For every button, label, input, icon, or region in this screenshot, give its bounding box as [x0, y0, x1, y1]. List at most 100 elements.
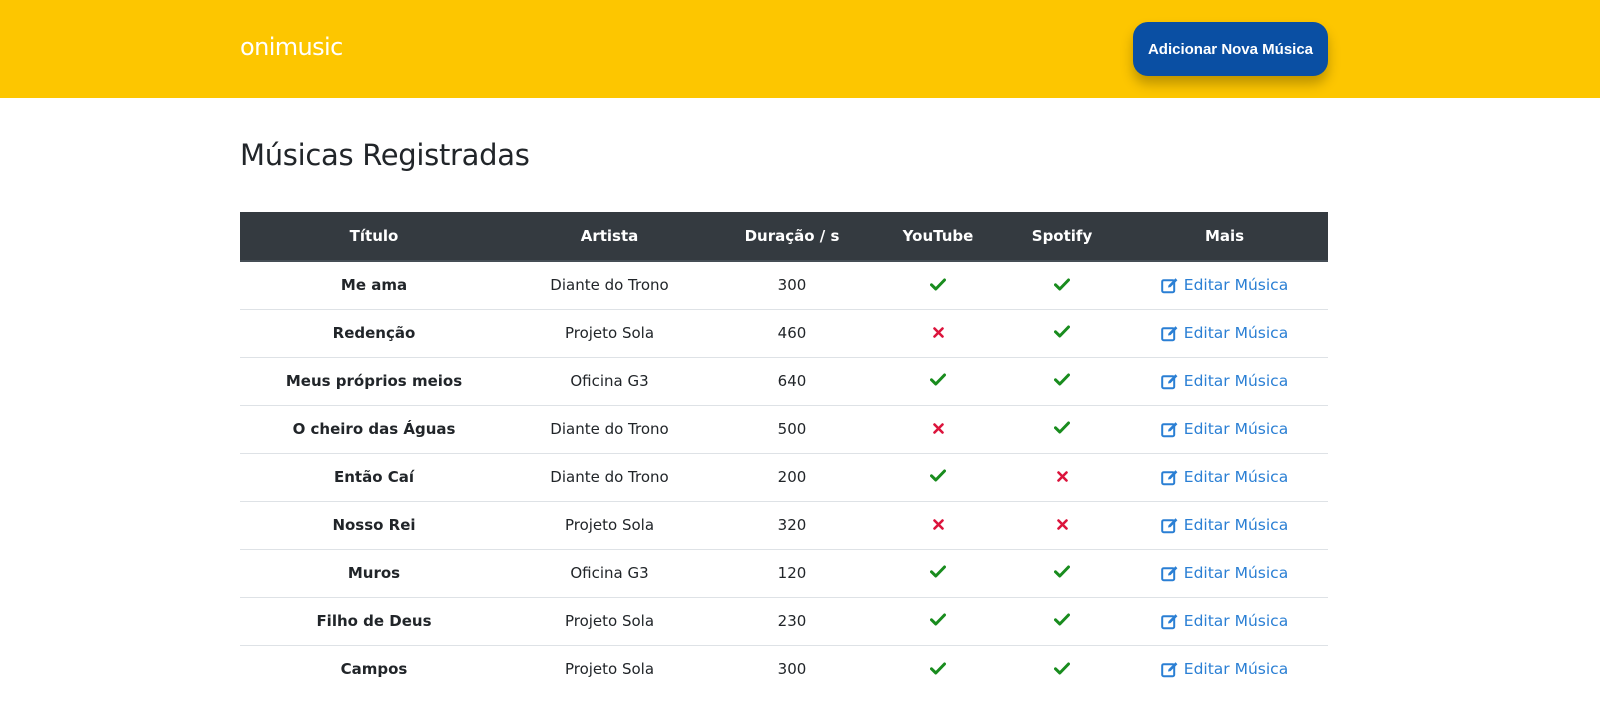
song-artist: Diante do Trono: [508, 404, 711, 453]
song-title: Filho de Deus: [240, 596, 508, 645]
song-spotify-status: [1003, 452, 1121, 501]
check-icon: [1054, 324, 1070, 342]
song-duration: 320: [711, 500, 873, 549]
check-icon: [1054, 661, 1070, 679]
song-actions: Editar Música: [1121, 404, 1328, 453]
add-new-song-button[interactable]: Adicionar Nova Música: [1133, 22, 1328, 76]
edit-icon: [1160, 324, 1179, 342]
edit-song-link[interactable]: Editar Música: [1160, 564, 1289, 582]
song-artist: Projeto Sola: [508, 596, 711, 645]
table-header-row: Título Artista Duração / s YouTube Spoti…: [240, 212, 1328, 262]
edit-icon: [1160, 276, 1179, 294]
song-spotify-status: [1003, 644, 1121, 693]
edit-song-link[interactable]: Editar Música: [1160, 612, 1288, 630]
column-header-duration: Duração / s: [711, 212, 873, 262]
song-actions: Editar Música: [1121, 452, 1328, 501]
column-header-artist: Artista: [508, 212, 711, 262]
check-icon: [930, 564, 946, 582]
song-artist: Projeto Sola: [508, 500, 711, 549]
table-row: Redenção Projeto Sola 460 Editar Música: [240, 308, 1328, 357]
song-title: Redenção: [240, 308, 508, 357]
song-youtube-status: [873, 356, 1003, 405]
edit-song-label: Editar Música: [1183, 516, 1289, 534]
song-youtube-status: [873, 404, 1003, 453]
song-title: Então Caí: [240, 452, 508, 501]
song-youtube-status: [873, 308, 1003, 357]
song-spotify-status: [1003, 404, 1121, 453]
check-icon: [930, 277, 946, 295]
song-title: Meus próprios meios: [240, 356, 508, 405]
song-youtube-status: [873, 548, 1003, 597]
edit-song-link[interactable]: Editar Música: [1160, 516, 1289, 534]
edit-song-label: Editar Música: [1183, 420, 1289, 438]
edit-song-label: Editar Música: [1183, 564, 1289, 582]
table-row: Me ama Diante do Trono 300 Editar Música: [240, 260, 1328, 309]
edit-song-link[interactable]: Editar Música: [1160, 372, 1289, 390]
table-row: O cheiro das Águas Diante do Trono 500 Edit…: [240, 404, 1328, 453]
song-title: Campos: [240, 644, 508, 693]
table-row: Então Caí Diante do Trono 200 Editar Música: [240, 452, 1328, 501]
check-icon: [1054, 372, 1070, 390]
edit-song-link[interactable]: Editar Música: [1160, 468, 1289, 486]
table-row: Campos Projeto Sola 300 Editar Música: [240, 644, 1328, 693]
song-actions: Editar Música: [1121, 500, 1328, 549]
edit-icon: [1160, 612, 1179, 630]
song-duration: 200: [711, 452, 873, 501]
edit-song-link[interactable]: Editar Música: [1160, 660, 1289, 679]
edit-song-link[interactable]: Editar Música: [1160, 324, 1288, 342]
song-title: Me ama: [240, 260, 508, 309]
edit-song-link[interactable]: Editar Música: [1160, 420, 1289, 438]
song-artist: Oficina G3: [508, 548, 711, 597]
song-duration: 300: [711, 644, 873, 693]
edit-song-label: Editar Música: [1183, 372, 1289, 390]
edit-song-label: Editar Música: [1183, 660, 1289, 679]
column-header-spotify: Spotify: [1003, 212, 1121, 262]
edit-icon: [1160, 564, 1179, 582]
check-icon: [930, 612, 946, 630]
song-spotify-status: [1003, 260, 1121, 309]
song-duration: 120: [711, 548, 873, 597]
song-spotify-status: [1003, 308, 1121, 357]
cross-icon: [932, 420, 944, 438]
song-duration: 460: [711, 308, 873, 357]
check-icon: [930, 661, 946, 679]
song-youtube-status: [873, 596, 1003, 645]
song-spotify-status: [1003, 500, 1121, 549]
songs-table: Título Artista Duração / s YouTube Spoti…: [240, 212, 1328, 693]
column-header-title: Título: [240, 212, 508, 262]
cross-icon: [932, 324, 944, 342]
song-youtube-status: [873, 260, 1003, 309]
check-icon: [930, 468, 946, 486]
song-actions: Editar Música: [1121, 644, 1328, 693]
song-artist: Projeto Sola: [508, 644, 711, 693]
column-header-more: Mais: [1121, 212, 1328, 262]
song-title: Nosso Rei: [240, 500, 508, 549]
edit-icon: [1160, 660, 1179, 678]
song-actions: Editar Música: [1121, 308, 1328, 357]
check-icon: [1054, 564, 1070, 582]
logo[interactable]: onimusic: [240, 33, 343, 61]
cross-icon: [932, 516, 944, 534]
table-body: Me ama Diante do Trono 300 Editar Música Red…: [240, 260, 1328, 693]
cross-icon: [1056, 516, 1068, 534]
song-artist: Oficina G3: [508, 356, 711, 405]
edit-icon: [1160, 468, 1179, 486]
check-icon: [930, 372, 946, 390]
song-artist: Diante do Trono: [508, 260, 711, 309]
song-actions: Editar Música: [1121, 356, 1328, 405]
edit-song-label: Editar Música: [1183, 468, 1289, 486]
edit-song-label: Editar Música: [1183, 276, 1289, 295]
page-title: Músicas Registradas: [240, 138, 530, 172]
song-actions: Editar Música: [1121, 548, 1328, 597]
song-title: O cheiro das Águas: [240, 404, 508, 453]
table-row: Meus próprios meios Oficina G3 640 Editar M…: [240, 356, 1328, 405]
check-icon: [1054, 420, 1070, 438]
song-spotify-status: [1003, 596, 1121, 645]
edit-song-link[interactable]: Editar Música: [1160, 276, 1289, 295]
column-header-youtube: YouTube: [873, 212, 1003, 262]
song-title: Muros: [240, 548, 508, 597]
song-actions: Editar Música: [1121, 260, 1328, 309]
table-row: Filho de Deus Projeto Sola 230 Editar Músic…: [240, 596, 1328, 645]
cross-icon: [1056, 468, 1068, 486]
edit-icon: [1160, 420, 1179, 438]
